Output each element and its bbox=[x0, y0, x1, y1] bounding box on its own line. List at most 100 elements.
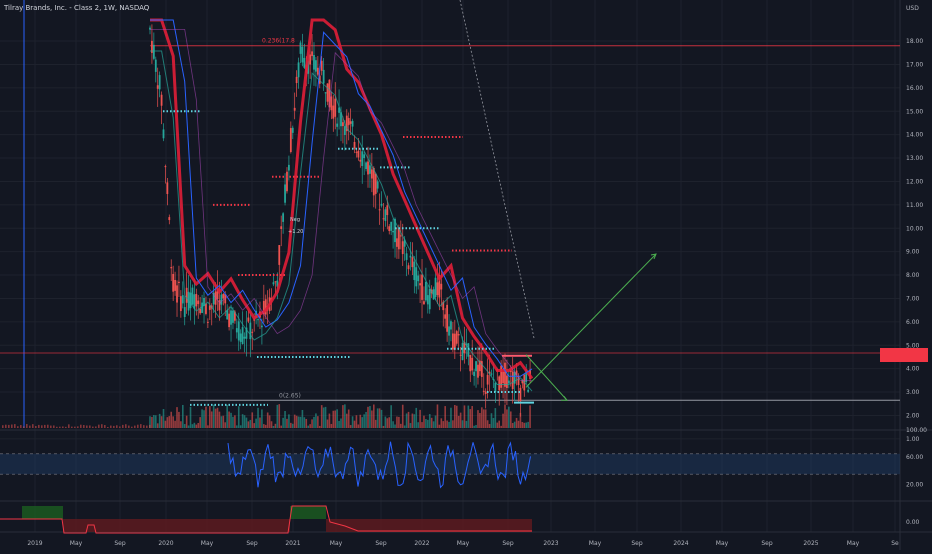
osc-tick-label: 100.00 bbox=[906, 427, 927, 434]
volume-bar bbox=[340, 418, 342, 428]
volume-bar bbox=[209, 406, 211, 428]
candle-body bbox=[475, 361, 477, 372]
bottom-green-zone bbox=[22, 506, 63, 519]
volume-bar bbox=[11, 424, 13, 428]
volume-bar bbox=[372, 404, 375, 428]
candle-body bbox=[322, 69, 325, 84]
volume-bar bbox=[353, 420, 356, 428]
candle-body bbox=[372, 168, 375, 196]
volume-bar bbox=[257, 407, 259, 428]
volume-bar bbox=[494, 408, 497, 428]
candle-body bbox=[168, 217, 171, 221]
volume-bar bbox=[41, 425, 43, 428]
price-tick-label: 6.00 bbox=[906, 319, 920, 326]
volume-bar bbox=[8, 424, 10, 428]
volume-bar bbox=[320, 405, 323, 428]
volume-bar bbox=[305, 418, 308, 428]
volume-bar bbox=[454, 405, 456, 428]
volume-bar bbox=[369, 406, 371, 428]
price-tick-label: 17.00 bbox=[906, 61, 923, 68]
volume-bar bbox=[110, 425, 112, 428]
candle-body bbox=[490, 373, 493, 375]
candle-body bbox=[315, 60, 317, 72]
volume-bar bbox=[301, 409, 304, 428]
price-tick-label: 11.00 bbox=[906, 202, 923, 209]
candle-body bbox=[158, 75, 161, 90]
candle-body bbox=[506, 375, 508, 388]
fib-top-label: 0.236(17.8 bbox=[262, 38, 295, 45]
volume-bar bbox=[376, 408, 379, 428]
volume-bar bbox=[220, 416, 223, 428]
volume-bar bbox=[486, 420, 489, 428]
volume-bar bbox=[400, 423, 402, 428]
volume-bar bbox=[241, 414, 244, 428]
volume-bar bbox=[104, 425, 106, 428]
volume-bar bbox=[276, 404, 279, 428]
candle-body bbox=[282, 213, 285, 222]
volume-bar bbox=[434, 415, 437, 428]
candle-body bbox=[498, 376, 501, 391]
volume-bar bbox=[2, 425, 4, 428]
volume-bar bbox=[438, 424, 441, 428]
candle-body bbox=[195, 293, 198, 307]
candle-body bbox=[461, 342, 464, 361]
volume-bar bbox=[523, 422, 526, 428]
candle-body bbox=[280, 226, 283, 230]
volume-bar bbox=[268, 415, 271, 428]
candle-body bbox=[193, 294, 196, 309]
candle-body bbox=[459, 354, 462, 356]
candle-body bbox=[457, 334, 460, 336]
candle-body bbox=[251, 331, 254, 333]
volume-bar bbox=[264, 424, 267, 428]
volume-bar bbox=[239, 425, 242, 428]
volume-bar bbox=[23, 426, 25, 428]
oscillator-band bbox=[0, 453, 900, 475]
candle-body bbox=[297, 62, 300, 78]
candle-body bbox=[504, 362, 506, 387]
time-axis-label: May bbox=[70, 540, 83, 547]
candle-body bbox=[278, 245, 281, 265]
candle-body bbox=[419, 283, 422, 286]
candle-body bbox=[170, 267, 173, 269]
volume-bar bbox=[216, 407, 219, 428]
volume-bar bbox=[371, 410, 373, 428]
bottom-red-zone bbox=[63, 519, 290, 532]
volume-bar bbox=[428, 414, 431, 428]
candle-body bbox=[411, 257, 414, 268]
volume-bar bbox=[286, 418, 288, 428]
volume-bar bbox=[403, 425, 406, 428]
volume-bar bbox=[197, 422, 200, 428]
candle-body bbox=[205, 303, 207, 314]
volume-bar bbox=[345, 413, 348, 428]
volume-bar bbox=[469, 409, 472, 428]
trendline-diagonal bbox=[459, 0, 535, 339]
volume-bar bbox=[101, 424, 103, 428]
candle-body bbox=[451, 333, 454, 350]
volume-bar bbox=[446, 420, 448, 428]
volume-bar bbox=[432, 421, 435, 428]
volume-bar bbox=[519, 412, 522, 428]
volume-bar bbox=[131, 426, 133, 428]
volume-bar bbox=[444, 406, 446, 428]
volume-bar bbox=[332, 410, 335, 428]
volume-bar bbox=[318, 425, 321, 428]
candle-body bbox=[353, 141, 356, 149]
candle-body bbox=[502, 371, 504, 384]
volume-bar bbox=[336, 409, 338, 428]
candle-body bbox=[164, 166, 167, 168]
volume-bar bbox=[500, 425, 502, 428]
volume-bar bbox=[392, 421, 394, 428]
volume-bar bbox=[47, 424, 49, 428]
candle-body bbox=[384, 209, 387, 221]
candle-body bbox=[156, 85, 159, 89]
volume-bar bbox=[274, 423, 277, 428]
candle-body bbox=[243, 336, 246, 339]
candle-body bbox=[409, 255, 412, 258]
volume-bar bbox=[162, 408, 165, 428]
neg-label: Neg bbox=[290, 217, 300, 223]
time-axis-label: 2021 bbox=[285, 540, 300, 547]
volume-bar bbox=[367, 406, 369, 428]
volume-bar bbox=[134, 425, 136, 428]
volume-bar bbox=[251, 412, 254, 428]
volume-bar bbox=[405, 413, 408, 428]
